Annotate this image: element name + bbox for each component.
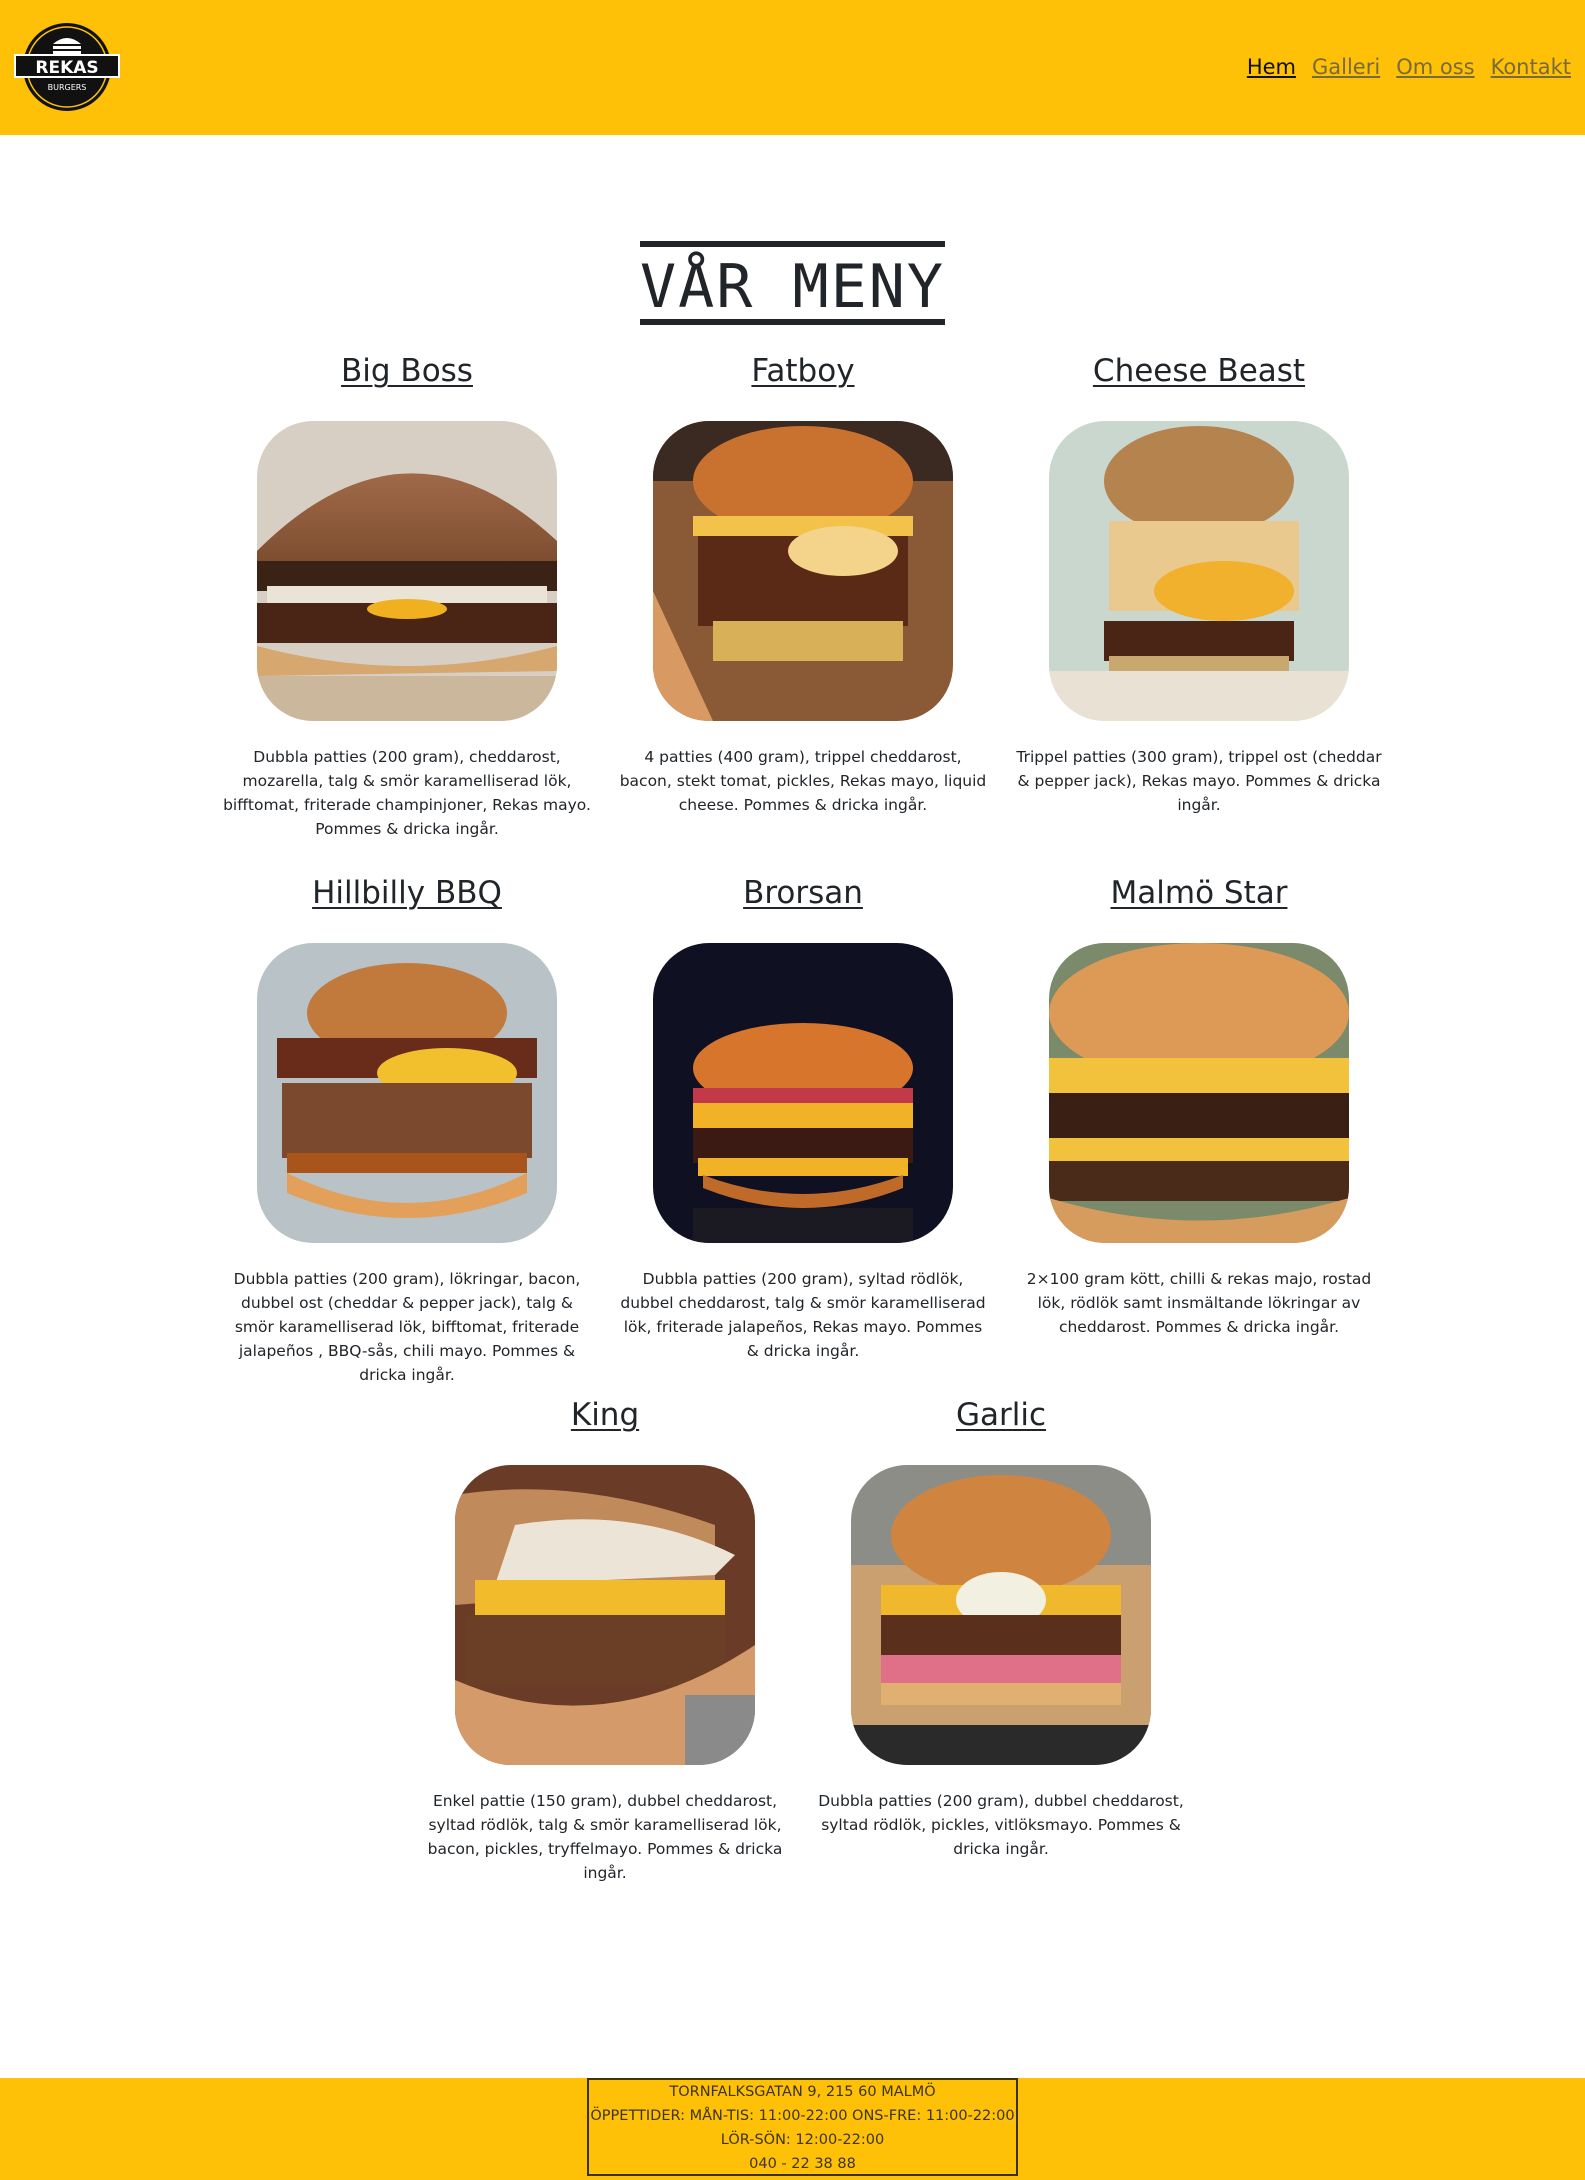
logo-text: REKAS — [35, 58, 98, 78]
page-title: VÅR MENY — [640, 241, 945, 326]
main-nav: Hem Galleri Om oss Kontakt — [1247, 55, 1571, 79]
menu-item-fatboy: Fatboy 4 patties (400 gram), trippel che… — [608, 347, 998, 817]
menu-item-title: Brorsan — [743, 875, 863, 911]
menu-item-hillbilly-bbq: Hillbilly BBQ Dubbla patties (200 gram),… — [212, 869, 602, 1387]
burger-photo — [257, 943, 557, 1243]
nav-link-om-oss[interactable]: Om oss — [1396, 55, 1474, 79]
menu-item-malmo-star: Malmö Star 2×100 gram kött, chilli & rek… — [1004, 869, 1394, 1339]
footer-hours-weekend: LÖR-SÖN: 12:00-22:00 — [720, 2132, 885, 2148]
logo-subtext: BURGERS — [48, 83, 87, 92]
burger-photo — [1049, 421, 1349, 721]
footer-phone: 040 - 22 38 88 — [749, 2156, 856, 2172]
menu-item-description: Dubbla patties (200 gram), lökringar, ba… — [233, 1270, 581, 1384]
menu-item-description: 2×100 gram kött, chilli & rekas majo, ro… — [1026, 1270, 1372, 1336]
burger-photo — [1049, 943, 1349, 1243]
burger-photo — [653, 943, 953, 1243]
burger-photo — [455, 1465, 755, 1765]
nav-link-kontakt[interactable]: Kontakt — [1491, 55, 1571, 79]
menu-item-title: Malmö Star — [1110, 875, 1288, 911]
menu-item-description: Dubbla patties (200 gram), cheddarost, m… — [223, 748, 591, 838]
contact-box: TORNFALKSGATAN 9, 215 60 MALMÖ ÖPPETTIDE… — [587, 2078, 1018, 2176]
nav-link-hem[interactable]: Hem — [1247, 55, 1296, 79]
menu-item-brorsan: Brorsan Dubbla patties (200 gram), sylta… — [608, 869, 998, 1363]
footer-address: TORNFALKSGATAN 9, 215 60 MALMÖ — [669, 2084, 936, 2100]
menu-item-garlic: Garlic Dubbla patties (200 gram), dubbel… — [806, 1391, 1196, 1861]
page-title-wrap: VÅR MENY — [0, 201, 1585, 365]
menu-item-title: King — [570, 1397, 640, 1433]
menu-item-description: Dubbla patties (200 gram), dubbel chedda… — [818, 1792, 1184, 1858]
menu-item-king: King Enkel pattie (150 gram), dubbel che… — [410, 1391, 800, 1885]
nav-link-galleri[interactable]: Galleri — [1312, 55, 1380, 79]
footer-hours-weekday: ÖPPETTIDER: MÅN-TIS: 11:00-22:00 ONS-FRE… — [590, 2108, 1015, 2124]
menu-item-title: Garlic — [955, 1397, 1047, 1433]
menu-item-title: Hillbilly BBQ — [312, 875, 502, 911]
burger-photo — [257, 421, 557, 721]
menu-item-description: Dubbla patties (200 gram), syltad rödlök… — [620, 1270, 986, 1360]
site-header: REKAS BURGERS Hem Galleri Om oss Kontakt — [0, 0, 1585, 135]
menu-item-description: Trippel patties (300 gram), trippel ost … — [1016, 748, 1382, 814]
site-footer: TORNFALKSGATAN 9, 215 60 MALMÖ ÖPPETTIDE… — [0, 2078, 1585, 2180]
rekas-logo[interactable]: REKAS BURGERS — [13, 22, 121, 112]
menu-item-title: Big Boss — [341, 353, 473, 389]
menu-item-description: 4 patties (400 gram), trippel cheddarost… — [619, 748, 987, 814]
menu-item-big-boss: Big Boss Dubbla patties (200 gram), ched… — [212, 347, 602, 841]
burger-photo — [851, 1465, 1151, 1765]
menu-item-title: Fatboy — [751, 353, 855, 389]
burger-photo — [653, 421, 953, 721]
menu-item-description: Enkel pattie (150 gram), dubbel cheddaro… — [427, 1792, 783, 1882]
menu-item-title: Cheese Beast — [1092, 353, 1306, 389]
menu-item-cheese-beast: Cheese Beast Trippel patties (300 gram),… — [1004, 347, 1394, 817]
